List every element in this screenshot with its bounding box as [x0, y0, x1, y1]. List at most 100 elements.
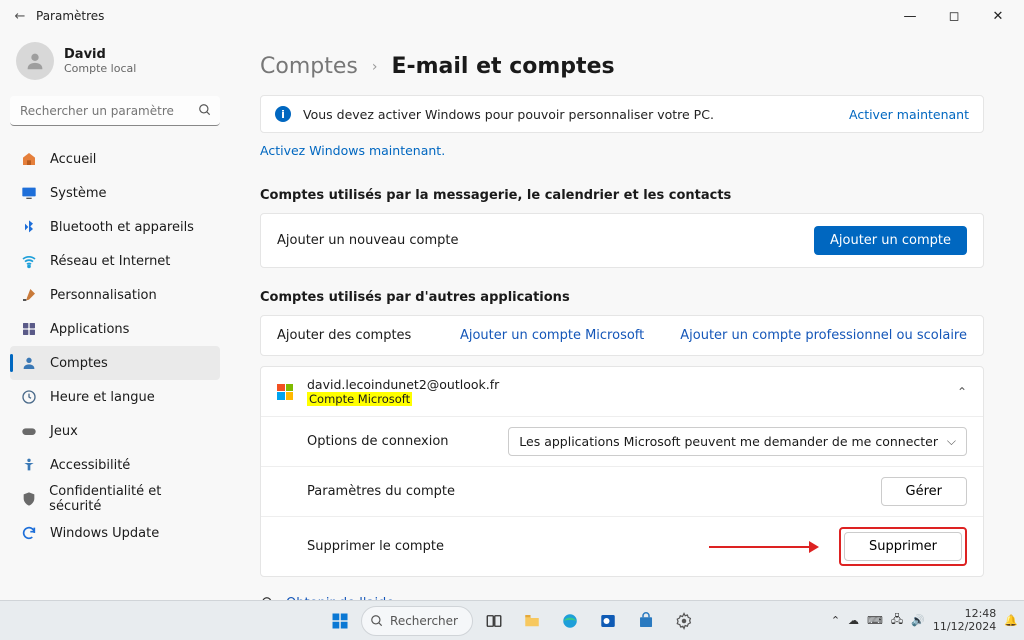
- remove-account-row: Supprimer le compte Supprimer: [261, 516, 983, 576]
- account-email: david.lecoindunet2@outlook.fr: [307, 377, 499, 392]
- account-header[interactable]: david.lecoindunet2@outlook.fr Compte Mic…: [261, 367, 983, 416]
- store-button[interactable]: [629, 605, 663, 637]
- section-title-other: Comptes utilisés par d'autres applicatio…: [260, 290, 984, 305]
- sidebar-item-accounts[interactable]: Comptes: [10, 346, 220, 380]
- account-settings-row: Paramètres du compte Gérer: [261, 466, 983, 516]
- outlook-button[interactable]: [591, 605, 625, 637]
- delete-button[interactable]: Supprimer: [844, 532, 962, 561]
- clock-icon: [20, 388, 38, 406]
- add-mail-card: Ajouter un nouveau compte Ajouter un com…: [260, 213, 984, 268]
- nav-label: Confidentialité et sécurité: [49, 484, 210, 514]
- nav-label: Système: [50, 186, 106, 201]
- profile-block[interactable]: David Compte local: [10, 38, 220, 90]
- accessibility-icon: [20, 456, 38, 474]
- update-icon: [20, 524, 38, 542]
- sidebar-item-system[interactable]: Système: [10, 176, 220, 210]
- add-work-school-account-link[interactable]: Ajouter un compte professionnel ou scola…: [680, 328, 967, 343]
- taskbar: Rechercher ⌃ ☁ ⌨ 🖧 🔊 12:48 11/12/2024 🔔: [0, 600, 1024, 640]
- onedrive-icon[interactable]: ☁: [848, 614, 859, 627]
- task-view-button[interactable]: [477, 605, 511, 637]
- system-icon: [20, 184, 38, 202]
- account-type: Compte Microsoft: [307, 392, 412, 406]
- account-settings-label: Paramètres du compte: [307, 484, 865, 499]
- tray-date: 11/12/2024: [933, 621, 996, 634]
- sidebar-item-personalization[interactable]: Personnalisation: [10, 278, 220, 312]
- sidebar-item-privacy[interactable]: Confidentialité et sécurité: [10, 482, 220, 516]
- manage-button[interactable]: Gérer: [881, 477, 967, 506]
- page-title: E-mail et comptes: [391, 54, 614, 79]
- microsoft-logo-icon: [277, 384, 293, 400]
- minimize-button[interactable]: —: [888, 0, 932, 32]
- annotation-highlight: Supprimer: [839, 527, 967, 566]
- titlebar: ← Paramètres — ◻ ✕: [0, 0, 1024, 32]
- nav-label: Accueil: [50, 152, 96, 167]
- nav-label: Bluetooth et appareils: [50, 220, 194, 235]
- nav-label: Réseau et Internet: [50, 254, 170, 269]
- section-title-mail: Comptes utilisés par la messagerie, le c…: [260, 188, 984, 203]
- activate-windows-link[interactable]: Activez Windows maintenant.: [260, 143, 445, 158]
- profile-subtitle: Compte local: [64, 62, 136, 75]
- sidebar-item-update[interactable]: Windows Update: [10, 516, 220, 550]
- system-tray[interactable]: ⌃ ☁ ⌨ 🖧 🔊 12:48 11/12/2024 🔔: [831, 608, 1018, 633]
- sidebar-item-bluetooth[interactable]: Bluetooth et appareils: [10, 210, 220, 244]
- add-accounts-label: Ajouter des comptes: [277, 328, 444, 343]
- info-icon: i: [275, 106, 291, 122]
- activate-now-link[interactable]: Activer maintenant: [849, 107, 969, 122]
- content-area: Comptes › E-mail et comptes i Vous devez…: [230, 32, 1024, 600]
- shield-icon: [20, 490, 37, 508]
- profile-name: David: [64, 47, 136, 62]
- breadcrumb: Comptes › E-mail et comptes: [260, 54, 984, 79]
- annotation-arrow: [709, 540, 819, 554]
- remove-account-label: Supprimer le compte: [307, 539, 693, 554]
- chevron-right-icon: ›: [372, 59, 378, 75]
- nav-list: Accueil Système Bluetooth et appareils R…: [10, 142, 220, 550]
- volume-icon[interactable]: 🔊: [911, 614, 925, 627]
- sidebar-item-gaming[interactable]: Jeux: [10, 414, 220, 448]
- nav-label: Jeux: [50, 424, 78, 439]
- nav-label: Heure et langue: [50, 390, 155, 405]
- back-button[interactable]: ←: [4, 9, 36, 24]
- account-card: david.lecoindunet2@outlook.fr Compte Mic…: [260, 366, 984, 577]
- alert-message: Vous devez activer Windows pour pouvoir …: [303, 107, 837, 122]
- close-button[interactable]: ✕: [976, 0, 1020, 32]
- tray-chevron-icon[interactable]: ⌃: [831, 614, 840, 627]
- taskbar-search[interactable]: Rechercher: [361, 606, 473, 636]
- tray-time: 12:48: [933, 608, 996, 621]
- sidebar-item-time[interactable]: Heure et langue: [10, 380, 220, 414]
- sidebar-item-accessibility[interactable]: Accessibilité: [10, 448, 220, 482]
- search-box[interactable]: [10, 96, 220, 126]
- signin-options-select[interactable]: Les applications Microsoft peuvent me de…: [508, 427, 967, 456]
- clock[interactable]: 12:48 11/12/2024: [933, 608, 996, 633]
- taskbar-search-label: Rechercher: [390, 614, 458, 628]
- maximize-button[interactable]: ◻: [932, 0, 976, 32]
- signin-options-label: Options de connexion: [307, 434, 492, 449]
- bluetooth-icon: [20, 218, 38, 236]
- sidebar: David Compte local Accueil Système: [0, 32, 230, 600]
- settings-app-button[interactable]: [667, 605, 701, 637]
- window-title: Paramètres: [36, 9, 104, 23]
- add-microsoft-account-link[interactable]: Ajouter un compte Microsoft: [460, 328, 644, 343]
- sidebar-item-network[interactable]: Réseau et Internet: [10, 244, 220, 278]
- add-other-card: Ajouter des comptes Ajouter un compte Mi…: [260, 315, 984, 356]
- sidebar-item-home[interactable]: Accueil: [10, 142, 220, 176]
- network-tray-icon[interactable]: 🖧: [891, 611, 903, 630]
- nav-label: Applications: [50, 322, 129, 337]
- search-icon: [198, 103, 212, 121]
- avatar: [16, 42, 54, 80]
- start-button[interactable]: [323, 605, 357, 637]
- explorer-button[interactable]: [515, 605, 549, 637]
- add-new-account-label: Ajouter un nouveau compte: [277, 233, 798, 248]
- paintbrush-icon: [20, 286, 38, 304]
- nav-label: Comptes: [50, 356, 108, 371]
- search-input[interactable]: [10, 96, 220, 126]
- notifications-icon[interactable]: 🔔: [1004, 614, 1018, 627]
- edge-button[interactable]: [553, 605, 587, 637]
- language-icon[interactable]: ⌨: [867, 614, 883, 627]
- activation-alert: i Vous devez activer Windows pour pouvoi…: [260, 95, 984, 133]
- apps-icon: [20, 320, 38, 338]
- breadcrumb-parent[interactable]: Comptes: [260, 54, 358, 79]
- wifi-icon: [20, 252, 38, 270]
- add-account-button[interactable]: Ajouter un compte: [814, 226, 967, 255]
- person-icon: [20, 354, 38, 372]
- sidebar-item-apps[interactable]: Applications: [10, 312, 220, 346]
